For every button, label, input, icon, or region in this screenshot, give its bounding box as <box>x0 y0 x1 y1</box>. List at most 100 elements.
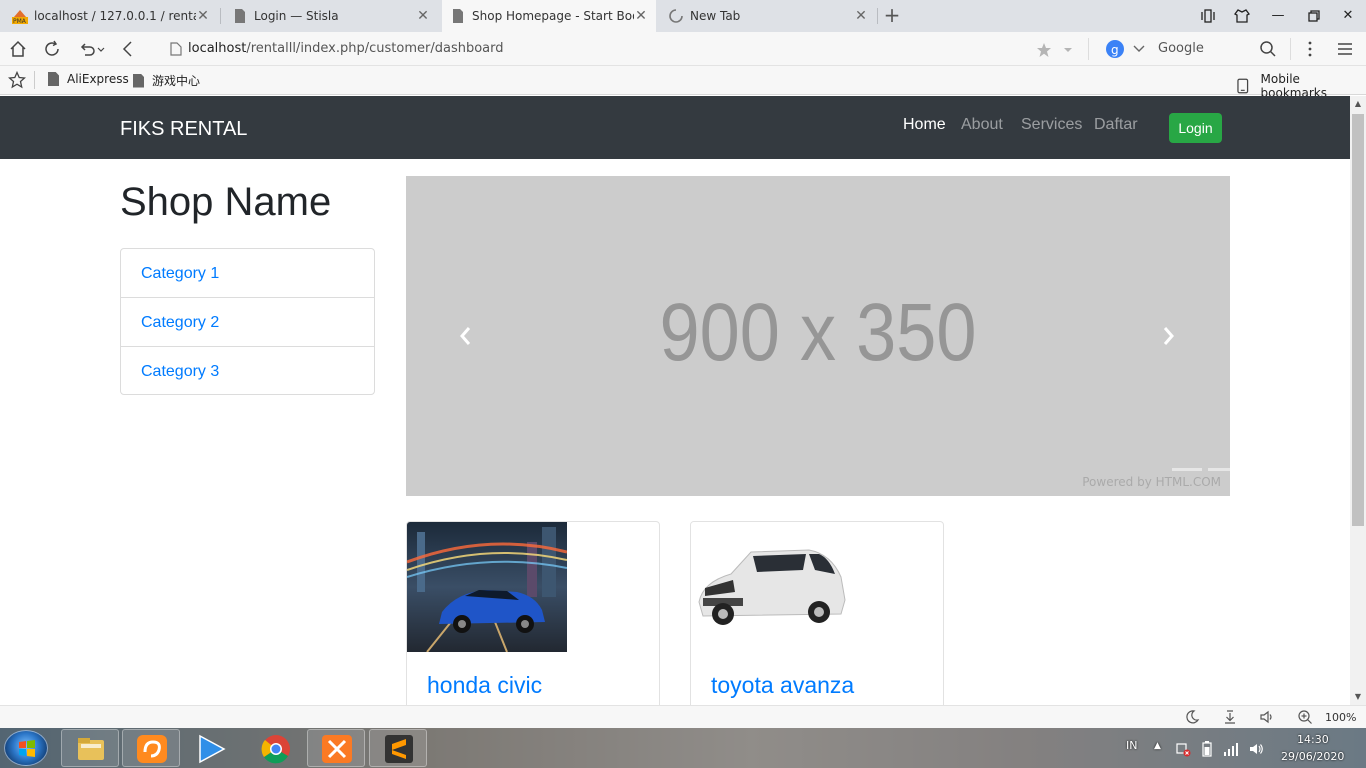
new-tab-button[interactable]: + <box>882 5 902 26</box>
battery-icon[interactable] <box>1201 740 1213 758</box>
chevron-down-icon[interactable] <box>96 39 106 59</box>
clock-time[interactable]: 14:30 <box>1297 733 1329 746</box>
tab-separator <box>877 8 878 24</box>
category-item-1[interactable]: Category 1 <box>121 249 374 298</box>
product-title-link[interactable]: honda civic <box>427 672 542 699</box>
divider <box>34 71 35 89</box>
home-icon[interactable] <box>8 39 28 59</box>
tab-list-icon[interactable] <box>1198 6 1218 26</box>
night-mode-icon[interactable] <box>1184 709 1200 725</box>
download-icon[interactable] <box>1222 709 1238 725</box>
bookmark-game-center[interactable]: 游戏中心 <box>133 72 200 89</box>
taskbar-file-explorer[interactable] <box>61 729 119 767</box>
tab-new-tab[interactable]: New Tab ✕ <box>660 0 876 32</box>
reload-icon[interactable] <box>42 39 62 59</box>
powered-by-text: Powered by HTML.COM <box>1082 475 1221 489</box>
taskbar-chrome[interactable] <box>245 729 303 767</box>
scroll-down-icon[interactable]: ▼ <box>1350 689 1366 705</box>
divider <box>1290 38 1291 60</box>
scroll-thumb[interactable] <box>1352 114 1364 526</box>
taskbar-sublime-text[interactable] <box>369 729 427 767</box>
address-bar[interactable]: localhost/rentalll/index.php/customer/da… <box>158 36 1086 62</box>
page-scrollbar[interactable]: ▲ ▼ <box>1350 96 1366 705</box>
svg-text:g: g <box>1111 43 1119 57</box>
close-icon[interactable]: ✕ <box>416 8 430 24</box>
minimize-button[interactable]: — <box>1268 6 1288 26</box>
browser-toolbar: localhost/rentalll/index.php/customer/da… <box>0 32 1366 66</box>
undo-close-tab-icon[interactable] <box>78 39 98 59</box>
restore-button[interactable] <box>1304 6 1324 26</box>
chrome-icon <box>261 735 290 764</box>
start-button[interactable] <box>4 730 48 766</box>
browser-tab-bar: PMA localhost / 127.0.0.1 / rental_m ✕ L… <box>0 0 1366 32</box>
windows-logo-icon <box>19 740 35 757</box>
product-title-link[interactable]: toyota avanza <box>711 672 854 699</box>
bookmark-label: 游戏中心 <box>152 74 201 88</box>
back-icon[interactable] <box>118 39 138 59</box>
network-error-icon[interactable] <box>1175 741 1191 757</box>
star-icon[interactable] <box>8 71 26 89</box>
carousel-prev-icon[interactable] <box>454 324 478 348</box>
menu-icon[interactable] <box>1336 40 1354 58</box>
tab-title: Shop Homepage - Start Bootst <box>472 9 634 23</box>
taskbar-uc-browser[interactable] <box>122 729 180 767</box>
more-options-icon[interactable] <box>1302 40 1318 58</box>
zoom-level[interactable]: 100% <box>1325 711 1356 724</box>
page-icon <box>48 72 59 86</box>
bookmark-star-icon[interactable] <box>1036 42 1052 58</box>
product-image-honda[interactable] <box>407 522 567 652</box>
page-icon <box>133 73 144 88</box>
page-viewport: FIKS RENTAL Home About Services Daftar L… <box>0 96 1350 705</box>
taskbar-xampp[interactable] <box>307 729 365 767</box>
product-card-2: toyota avanza <box>690 521 944 705</box>
tab-phpmyadmin[interactable]: PMA localhost / 127.0.0.1 / rental_m ✕ <box>4 0 218 32</box>
tab-title: localhost / 127.0.0.1 / rental_m <box>34 9 196 23</box>
carousel-indicator-3[interactable] <box>1244 468 1274 471</box>
nav-services[interactable]: Services <box>1021 116 1082 134</box>
nav-about[interactable]: About <box>961 116 1003 134</box>
taskbar-media-player[interactable] <box>183 729 241 767</box>
category-item-2[interactable]: Category 2 <box>121 298 374 347</box>
carousel-indicator-2[interactable] <box>1208 468 1238 471</box>
tray-expand-icon[interactable]: ▲ <box>1154 741 1161 751</box>
clock-date[interactable]: 29/06/2020 <box>1281 750 1344 763</box>
signal-icon[interactable] <box>1223 741 1239 757</box>
chevron-down-icon[interactable] <box>1132 42 1146 56</box>
scroll-up-icon[interactable]: ▲ <box>1350 96 1366 112</box>
search-engine-icon[interactable]: g <box>1105 39 1125 59</box>
language-indicator[interactable]: IN <box>1126 739 1137 752</box>
volume-icon[interactable] <box>1259 709 1275 725</box>
nav-home[interactable]: Home <box>903 116 946 134</box>
search-input[interactable]: Google <box>1158 41 1204 56</box>
browser-status-bar: 100% <box>0 705 1366 728</box>
close-icon[interactable]: ✕ <box>196 8 210 24</box>
tab-title: New Tab <box>690 9 741 23</box>
carousel-indicator-1[interactable] <box>1172 468 1202 471</box>
tab-shop-homepage[interactable]: Shop Homepage - Start Bootst ✕ <box>442 0 656 32</box>
navbar-brand[interactable]: FIKS RENTAL <box>120 118 247 141</box>
zoom-icon[interactable] <box>1297 709 1313 725</box>
uc-browser-icon <box>137 735 167 763</box>
carousel-next-icon[interactable] <box>1156 324 1180 348</box>
tab-login-stisla[interactable]: Login — Stisla ✕ <box>224 0 438 32</box>
close-window-button[interactable]: ✕ <box>1338 6 1358 26</box>
url-path: /rentalll/index.php/customer/dashboard <box>246 41 504 56</box>
close-icon[interactable]: ✕ <box>634 8 648 24</box>
login-button[interactable]: Login <box>1169 113 1222 143</box>
site-navbar: FIKS RENTAL Home About Services Daftar L… <box>0 96 1350 159</box>
file-explorer-icon <box>78 738 104 760</box>
category-item-3[interactable]: Category 3 <box>121 347 374 394</box>
loading-icon <box>669 9 683 23</box>
xampp-icon <box>322 735 352 763</box>
speaker-icon[interactable] <box>1248 741 1264 757</box>
bookmark-aliexpress[interactable]: AliExpress <box>48 72 129 86</box>
page-icon <box>453 9 463 23</box>
image-carousel: 900 x 350 Powered by HTML.COM <box>406 176 1274 496</box>
search-icon[interactable] <box>1259 40 1277 58</box>
product-image-avanza[interactable] <box>691 522 851 652</box>
nav-daftar[interactable]: Daftar <box>1094 116 1138 134</box>
svg-text:PMA: PMA <box>13 18 27 24</box>
caret-down-icon[interactable] <box>1062 45 1074 55</box>
close-icon[interactable]: ✕ <box>854 8 868 24</box>
skin-icon[interactable] <box>1232 6 1252 26</box>
